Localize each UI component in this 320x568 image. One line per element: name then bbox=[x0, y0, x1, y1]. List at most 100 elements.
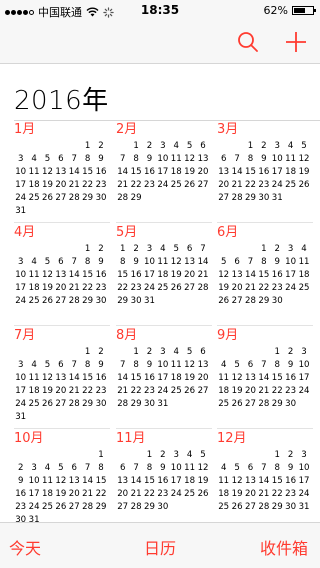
add-event-button[interactable] bbox=[282, 28, 310, 56]
month-3[interactable]: 3月 1 2 3 4 5 6 7 8 9 10 11 12 13 14 15 16 17 18 19 20 21 22 23 2… bbox=[217, 122, 313, 222]
day-cell: 22 bbox=[144, 489, 155, 499]
day-cell bbox=[244, 346, 257, 359]
day-cell: 29 bbox=[95, 502, 107, 512]
day-cell: 6 bbox=[71, 463, 77, 473]
month-9[interactable]: 9月 1 2 3 4 5 6 7 8 9 10 11 12 13 14 15 16 17 18 19 20 21 22 23 2… bbox=[217, 328, 313, 428]
month-12[interactable]: 12月 1 2 3 4 5 6 7 8 9 10 11 12 13 14 15 16 17 18 19 20 21 22 23… bbox=[217, 431, 313, 531]
day-cell: 16 bbox=[285, 373, 297, 383]
month-7[interactable]: 7月 1 2 3 4 5 6 7 8 9 10 11 12 13 14 15 16 17 18 19 20 21 22 23 2… bbox=[14, 328, 110, 428]
month-name: 11月 bbox=[116, 431, 146, 446]
day-cell: 13 bbox=[245, 476, 256, 486]
day-cell bbox=[257, 346, 270, 359]
month-1[interactable]: 1月 1 2 3 4 5 6 7 8 9 10 11 12 13 14 15 16 17 18 19 20 21 22 23 2… bbox=[14, 122, 110, 222]
day-cell: 27 bbox=[184, 283, 196, 293]
day-cell bbox=[230, 449, 243, 462]
day-cell: 7 bbox=[261, 463, 267, 473]
day-cell: 21 bbox=[117, 180, 129, 190]
day-cell: 10 bbox=[298, 360, 310, 370]
calendars-button[interactable]: 日历 bbox=[144, 535, 176, 559]
month-11[interactable]: 11月 1 2 3 4 5 6 7 8 9 10 11 12 13 14 15 16 17 18 19 20 21 22 23… bbox=[116, 431, 212, 531]
month-5[interactable]: 5月 1 2 3 4 5 6 7 8 9 10 11 12 13 14 15 16 17 18 19 20 21 22 23 2… bbox=[116, 225, 212, 325]
day-cell: 8 bbox=[274, 360, 280, 370]
month-2[interactable]: 2月 1 2 3 4 5 6 7 8 9 10 11 12 13 14 15 16 17 18 19 20 21 22 23 2… bbox=[116, 122, 212, 222]
day-cell: 31 bbox=[271, 193, 283, 203]
day-cell bbox=[41, 449, 54, 462]
month-10[interactable]: 10月 1 2 3 4 5 6 7 8 9 10 11 12 13 14 15 16 17 18 19 20 21 22 23… bbox=[14, 431, 110, 531]
day-cell: 20 bbox=[197, 373, 209, 383]
day-cell: 26 bbox=[42, 193, 53, 203]
today-button[interactable]: 今天 bbox=[9, 535, 41, 559]
day-cell: 15 bbox=[82, 373, 94, 383]
battery-percent: 62% bbox=[263, 4, 288, 17]
day-cell bbox=[116, 140, 129, 153]
day-cell: 11 bbox=[28, 373, 40, 383]
day-cell: 13 bbox=[197, 360, 209, 370]
day-cell: 16 bbox=[130, 270, 142, 280]
day-cell: 28 bbox=[245, 296, 256, 306]
day-cell: 15 bbox=[271, 373, 283, 383]
day-cell bbox=[41, 346, 54, 359]
day-cell: 16 bbox=[157, 476, 169, 486]
day-cell: 5 bbox=[44, 257, 51, 267]
day-cell: 17 bbox=[15, 180, 27, 190]
day-cell: 4 bbox=[186, 450, 193, 460]
day-cell bbox=[68, 346, 81, 359]
day-cell: 3 bbox=[160, 141, 166, 151]
day-cell: 13 bbox=[231, 270, 243, 280]
day-cell: 15 bbox=[82, 167, 94, 177]
day-cell: 12 bbox=[170, 257, 182, 267]
day-cell: 8 bbox=[84, 154, 91, 164]
day-cell: 17 bbox=[285, 270, 297, 280]
plus-icon bbox=[286, 32, 306, 52]
day-cell: 5 bbox=[220, 257, 227, 267]
day-cell: 28 bbox=[197, 283, 209, 293]
day-cell bbox=[54, 346, 67, 359]
day-cell: 5 bbox=[44, 360, 51, 370]
day-cell: 7 bbox=[119, 360, 126, 370]
day-cell: 27 bbox=[197, 180, 209, 190]
day-cell: 5 bbox=[186, 141, 193, 151]
day-cell: 12 bbox=[42, 167, 53, 177]
day-cell: 5 bbox=[44, 154, 51, 164]
day-cell: 2 bbox=[274, 244, 280, 254]
day-cell bbox=[14, 243, 27, 256]
day-cell: 2 bbox=[146, 141, 153, 151]
month-days: 1 2 3 4 5 6 7 8 9 10 11 12 13 14 15 16 17 18 19 20 21 22 23 24 2… bbox=[116, 243, 212, 308]
day-cell: 18 bbox=[285, 167, 297, 177]
day-cell: 21 bbox=[68, 283, 80, 293]
month-name: 4月 bbox=[14, 225, 36, 240]
month-name: 2月 bbox=[116, 122, 138, 137]
search-button[interactable] bbox=[234, 28, 262, 56]
day-cell: 7 bbox=[119, 154, 126, 164]
day-cell: 21 bbox=[130, 489, 142, 499]
day-cell: 12 bbox=[218, 270, 230, 280]
day-cell: 28 bbox=[68, 399, 80, 409]
month-days: 1 2 3 4 5 6 7 8 9 10 11 12 13 14 15 16 17 18 19 20 21 22 23 24 2… bbox=[14, 449, 110, 527]
day-cell: 7 bbox=[71, 360, 77, 370]
day-cell: 11 bbox=[285, 154, 297, 164]
day-cell bbox=[68, 243, 81, 256]
day-cell: 21 bbox=[68, 180, 80, 190]
month-4[interactable]: 4月 1 2 3 4 5 6 7 8 9 10 11 12 13 14 15 16 17 18 19 20 21 22 23 2… bbox=[14, 225, 110, 325]
day-cell: 9 bbox=[133, 257, 139, 267]
day-cell: 26 bbox=[42, 296, 53, 306]
day-cell: 6 bbox=[234, 257, 240, 267]
month-8[interactable]: 8月 1 2 3 4 5 6 7 8 9 10 11 12 13 14 15 16 17 18 19 20 21 22 23 2… bbox=[116, 328, 212, 428]
month-6[interactable]: 6月 1 2 3 4 5 6 7 8 9 10 11 12 13 14 15 16 17 18 19 20 21 22 23 2… bbox=[217, 225, 313, 325]
day-cell: 3 bbox=[17, 257, 24, 267]
day-cell: 20 bbox=[55, 180, 67, 190]
day-cell: 21 bbox=[197, 270, 209, 280]
day-cell bbox=[54, 140, 67, 153]
day-cell: 24 bbox=[298, 386, 310, 396]
day-cell: 11 bbox=[218, 373, 230, 383]
day-cell: 5 bbox=[234, 463, 240, 473]
day-cell: 19 bbox=[184, 167, 196, 177]
inbox-button[interactable]: 收件箱 bbox=[260, 535, 308, 559]
day-cell: 16 bbox=[258, 167, 270, 177]
day-cell: 28 bbox=[82, 502, 94, 512]
day-cell: 29 bbox=[271, 399, 283, 409]
day-cell: 11 bbox=[42, 476, 53, 486]
day-cell: 19 bbox=[42, 386, 53, 396]
day-cell: 11 bbox=[28, 270, 40, 280]
navigation-bar bbox=[0, 20, 320, 64]
